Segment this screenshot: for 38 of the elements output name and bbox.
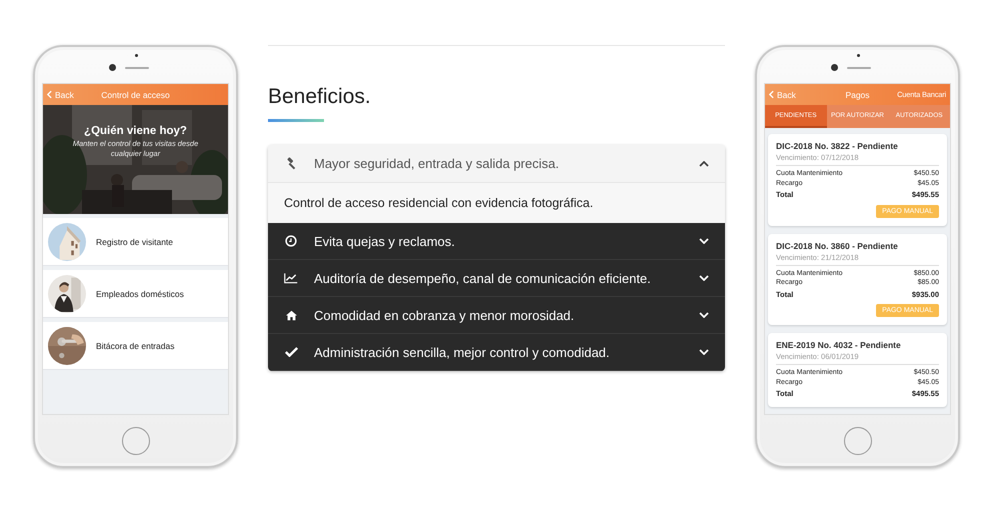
menu-label: Registro de visitante: [96, 236, 174, 246]
payment-title: DIC-2018 No. 3822 - Pendiente: [776, 141, 899, 151]
chevron-down-icon: [699, 349, 709, 355]
check-icon: [284, 347, 298, 357]
clock-icon: [285, 235, 297, 247]
accordion-header[interactable]: Comodidad en cobranza y menor morosidad.: [268, 297, 725, 334]
gavel-icon: [284, 157, 298, 170]
menu-item[interactable]: Registro de visitante: [43, 218, 228, 266]
camera-lens: [109, 64, 116, 71]
menu-label: Bitácora de entradas: [96, 340, 174, 350]
screen-title: Control de acceso: [101, 90, 170, 100]
accordion-header[interactable]: Auditoría de desempeño, canal de comunicación eficiente.: [268, 260, 725, 297]
accordion-header[interactable]: Administración sencilla, mejor control y comodidad.: [268, 334, 725, 371]
payment-title: DIC-2018 No. 3860 - Pendiente: [776, 240, 899, 250]
menu-item[interactable]: Bitácora de entradas: [43, 322, 228, 370]
heading-underline: [268, 119, 324, 122]
sensor-dot: [135, 54, 138, 57]
payment-title: ENE-2019 No. 4032 - Pendiente: [776, 340, 902, 350]
chevron-up-icon: [699, 160, 709, 166]
accordion-header[interactable]: Evita quejas y reclamos.: [268, 223, 725, 260]
line-chart-icon: [284, 272, 298, 284]
back-chevron-icon: [47, 90, 52, 99]
screen-title: Pagos: [845, 90, 870, 100]
chevron-down-icon: [699, 312, 709, 318]
accordion-header[interactable]: Mayor seguridad, entrada y salida precisa.: [268, 145, 725, 183]
home-button[interactable]: [844, 426, 872, 454]
menu-label: Empleados domésticos: [96, 288, 184, 298]
sensor-dot: [857, 54, 860, 57]
section-heading: Beneficios.: [268, 84, 371, 110]
back-chevron-icon: [769, 90, 774, 99]
home-button[interactable]: [122, 426, 150, 454]
hero-title: ¿Quién viene hoy?: [84, 125, 187, 137]
home-icon: [284, 310, 298, 320]
camera-lens: [831, 64, 838, 71]
menu-item[interactable]: Empleados domésticos: [43, 270, 228, 318]
chevron-down-icon: [699, 238, 709, 244]
accordion-body: Control de acceso residencial con evidencia fotográfica.: [268, 183, 725, 223]
chevron-down-icon: [699, 275, 709, 281]
